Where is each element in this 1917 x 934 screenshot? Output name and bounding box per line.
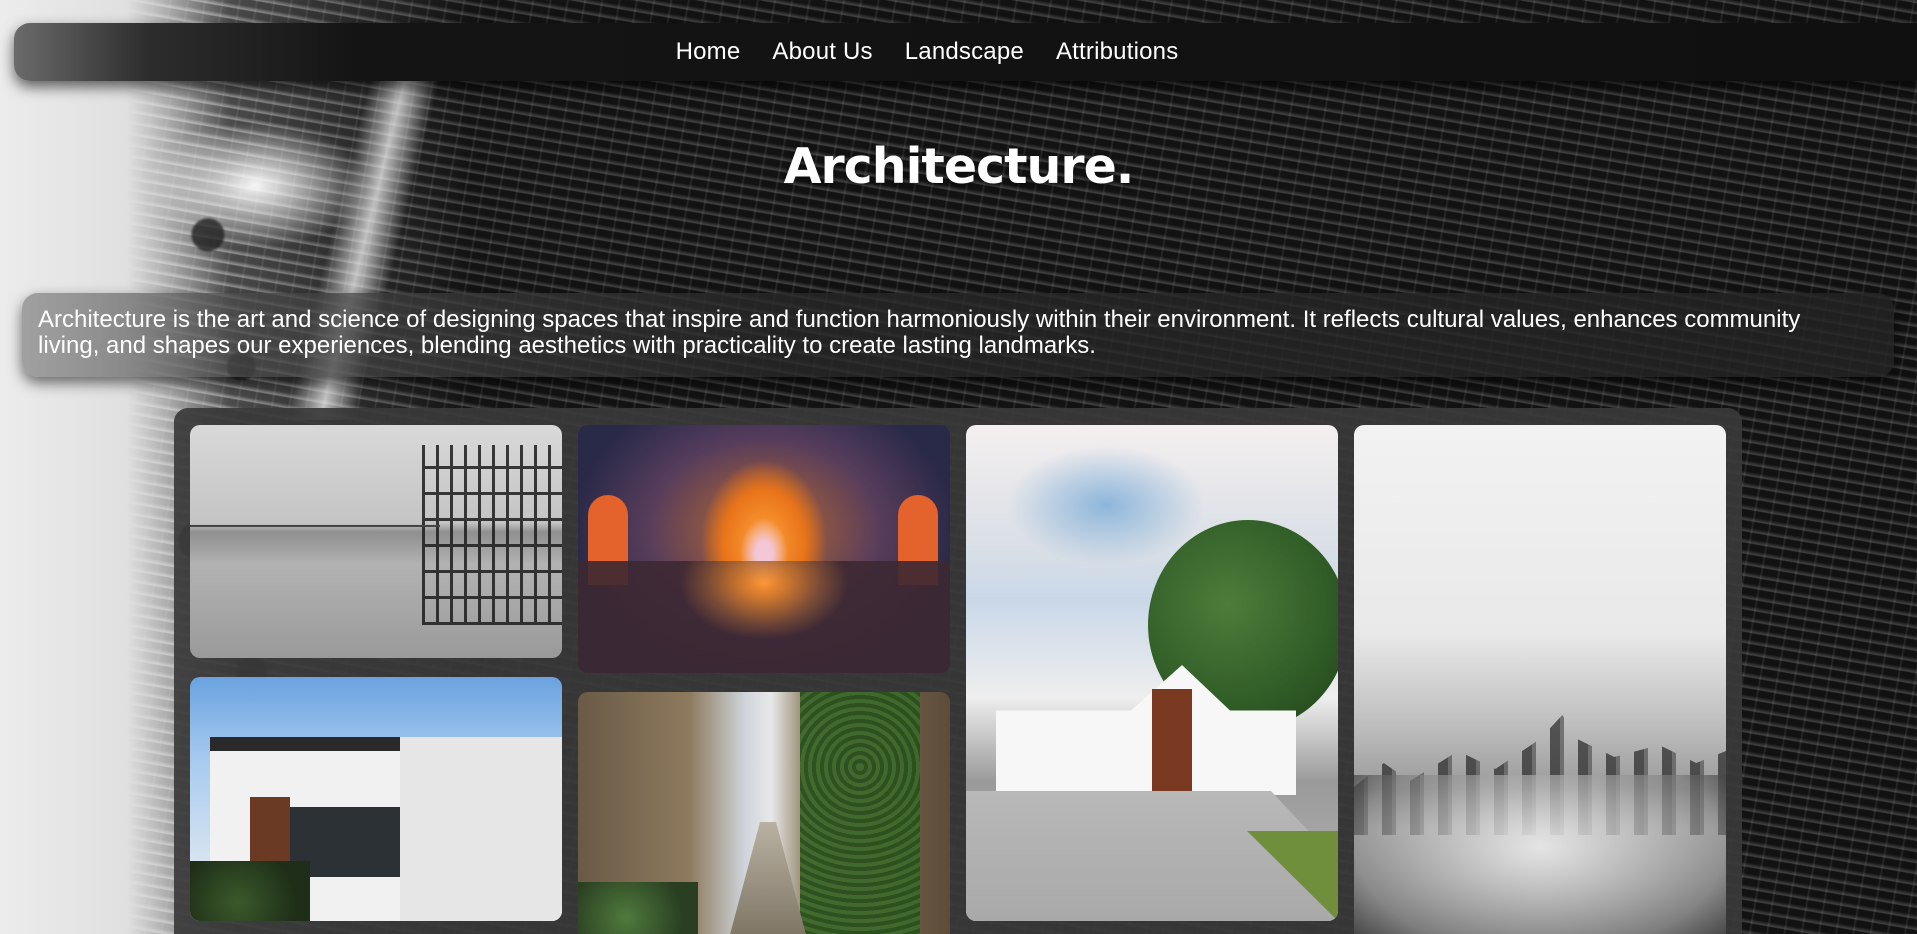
nav-link-home[interactable]: Home (676, 38, 741, 66)
ivy-wall (800, 692, 920, 934)
water-reflection (578, 561, 950, 673)
nav-link-attributions[interactable]: Attributions (1056, 38, 1178, 66)
nav-links: Home About Us Landscape Attributions (676, 38, 1179, 66)
gallery-image-arches[interactable] (578, 425, 950, 673)
gallery-image-house[interactable] (966, 425, 1338, 921)
gallery-image-skyline[interactable] (1354, 425, 1726, 934)
pavilion-horizon-line (190, 525, 440, 527)
gallery-image-modern-house[interactable] (190, 677, 562, 921)
intro-card: Architecture is the art and science of d… (22, 293, 1894, 377)
page-title: Architecture. (783, 138, 1135, 195)
nav-link-landscape[interactable]: Landscape (905, 38, 1024, 66)
gallery-image-alley[interactable] (578, 692, 950, 934)
house-door (1152, 689, 1192, 793)
cloud-fog (1354, 775, 1726, 934)
garden-plants (190, 861, 310, 921)
nav-link-about-us[interactable]: About Us (772, 38, 872, 66)
flower-pots (578, 882, 698, 934)
navbar: Home About Us Landscape Attributions (14, 23, 1917, 81)
intro-text: Architecture is the art and science of d… (38, 306, 1801, 359)
pavilion-structure (422, 445, 562, 625)
house-block-right (400, 737, 562, 921)
gallery-image-pavilion[interactable] (190, 425, 562, 658)
image-gallery (174, 408, 1742, 934)
stone-path (728, 822, 808, 934)
sky-patch (1006, 445, 1206, 565)
